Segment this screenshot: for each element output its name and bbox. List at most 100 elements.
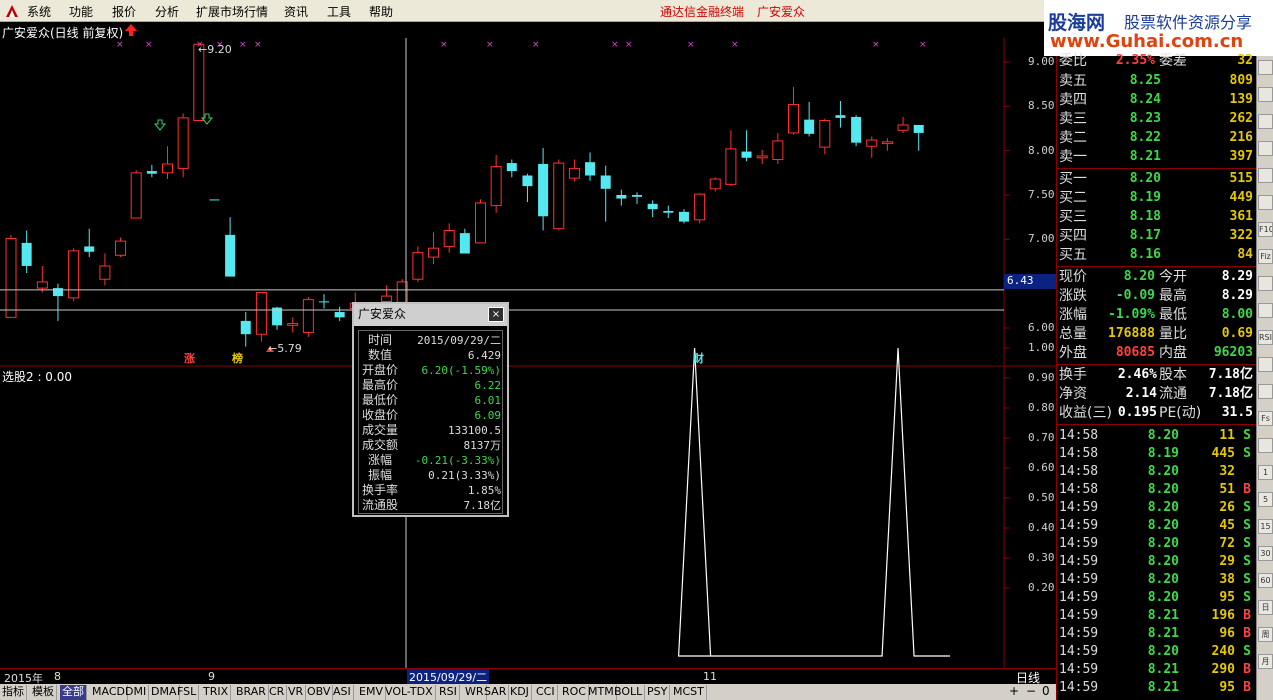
- tick-price: 8.21: [1147, 680, 1179, 695]
- toolbar-button[interactable]: [1258, 114, 1273, 129]
- toolbar-button[interactable]: 1: [1258, 465, 1273, 480]
- indicator-tick-label: 0.30: [1028, 551, 1055, 564]
- tooltip-label: 振幅: [367, 468, 392, 482]
- tick-row: 14:58 8.20 32: [1057, 463, 1257, 481]
- tick-direction: S: [1243, 518, 1251, 533]
- indicator-tab[interactable]: DMI: [123, 685, 150, 700]
- menu-tools[interactable]: 工具: [327, 3, 351, 20]
- menu-extended-market[interactable]: 扩展市场行情: [196, 3, 268, 20]
- tick-price: 8.20: [1147, 536, 1179, 551]
- toolbar-button[interactable]: 30: [1258, 546, 1273, 561]
- tick-row: 14:59 8.21 196 B: [1057, 607, 1257, 625]
- indicator-tab[interactable]: TRIX: [201, 685, 232, 700]
- tick-direction: S: [1243, 500, 1251, 515]
- toolbar-button[interactable]: 15: [1258, 519, 1273, 534]
- toolbar-button[interactable]: [1258, 141, 1273, 156]
- candle-body-up: [36, 281, 48, 289]
- candle-body-up: [68, 250, 80, 299]
- event-marker: ×: [919, 40, 927, 50]
- tick-volume: 196: [1211, 608, 1235, 623]
- tooltip-value: 2015/09/29/二: [417, 334, 501, 347]
- candle-body-up: [5, 237, 17, 318]
- indicator-tick-label: 0.80: [1028, 401, 1055, 414]
- candle-body-down: [225, 234, 236, 277]
- menu-help[interactable]: 帮助: [369, 3, 393, 20]
- candle-body-down: [616, 195, 627, 199]
- menu-system[interactable]: 系统: [27, 3, 51, 20]
- indicator-tab[interactable]: RSI: [437, 685, 460, 700]
- toolbar-button[interactable]: [1258, 195, 1273, 210]
- toolbar-button[interactable]: 周: [1258, 627, 1273, 642]
- logo-url: www.Guhai.com.cn: [1050, 31, 1244, 52]
- tick-row: 14:59 8.21 95 B: [1057, 679, 1257, 697]
- candle-body-down: [538, 163, 549, 217]
- toolbar-button[interactable]: 5: [1258, 492, 1273, 507]
- kline-chart[interactable]: × × × × × × × × × × × × × × ×: [0, 38, 1056, 668]
- toolbar-button[interactable]: [1258, 168, 1273, 183]
- toolbar-button[interactable]: [1258, 384, 1273, 399]
- ask-price: 8.25: [1129, 73, 1161, 88]
- toolbar-button[interactable]: [1258, 87, 1273, 102]
- toolbar-button[interactable]: [1258, 60, 1273, 75]
- indicator-tab[interactable]: BRAR: [234, 685, 269, 700]
- toolbar-button[interactable]: [1258, 303, 1273, 318]
- indicator-tab[interactable]: ROC: [560, 685, 589, 700]
- zoom-in-button[interactable]: +: [1009, 684, 1019, 698]
- indicator-tab[interactable]: CR: [267, 685, 288, 700]
- indicator-tab[interactable]: 模板: [30, 685, 57, 700]
- indicator-tab[interactable]: KDJ: [508, 685, 532, 700]
- ranking-marker[interactable]: 榜: [232, 350, 243, 366]
- toolbar-button[interactable]: [1258, 357, 1273, 372]
- tick-direction: S: [1243, 446, 1251, 461]
- tooltip-close-button[interactable]: ×: [488, 307, 504, 322]
- tick-row: 14:59 8.20 72 S: [1057, 535, 1257, 553]
- zoom-controls: + − 0: [1006, 684, 1056, 700]
- toolbar-button[interactable]: 日: [1258, 600, 1273, 615]
- toolbar-button[interactable]: 60: [1258, 573, 1273, 588]
- tick-direction: B: [1243, 626, 1251, 641]
- indicator-tab[interactable]: VR: [286, 685, 307, 700]
- toolbar-button[interactable]: RSI: [1258, 330, 1273, 345]
- zoom-reset-button[interactable]: 0: [1042, 684, 1050, 698]
- toolbar-button[interactable]: Fs: [1258, 411, 1273, 426]
- indicator-tab[interactable]: ASI: [331, 685, 354, 700]
- indicator-tab[interactable]: FSL: [175, 685, 200, 700]
- stat-label: 涨幅: [1059, 307, 1087, 323]
- menu-function[interactable]: 功能: [69, 3, 93, 20]
- price-tick-label: 7.00: [1028, 232, 1055, 246]
- indicator-tab[interactable]: 全部: [60, 685, 87, 700]
- zoom-out-button[interactable]: −: [1026, 684, 1036, 698]
- toolbar-button[interactable]: 月: [1258, 654, 1273, 669]
- toolbar-button[interactable]: Fiz: [1258, 249, 1273, 264]
- tooltip-value: 6.01: [474, 394, 502, 407]
- indicator-tab[interactable]: OBV: [305, 685, 334, 700]
- indicator-tab[interactable]: CCI: [534, 685, 558, 700]
- bid-volume: 515: [1229, 171, 1253, 186]
- tooltip-row: 流通股 7.18亿: [359, 498, 504, 513]
- stock-title: 广安爱众: [757, 5, 806, 19]
- stat-value: 176888: [1108, 326, 1155, 341]
- tick-volume: 290: [1211, 662, 1235, 677]
- menu-quote[interactable]: 报价: [112, 3, 136, 20]
- toolbar-button[interactable]: F10: [1258, 222, 1273, 237]
- indicator-tab[interactable]: SAR: [482, 685, 510, 700]
- toolbar-button[interactable]: [1258, 276, 1273, 291]
- indicator-tab[interactable]: BOLL: [612, 685, 646, 700]
- ask-row: 卖四 8.24 139: [1057, 91, 1257, 109]
- quote-panel: 委比 2.35% 委差 32 卖五 8.25 809 卖四 8.24 139 卖三 8.23 262 卖二…: [1056, 53, 1257, 700]
- price-tick-label: 8.50: [1028, 99, 1055, 113]
- indicator-tab[interactable]: MCST: [671, 685, 707, 700]
- indicator-tab[interactable]: EMV: [357, 685, 386, 700]
- tick-price: 8.20: [1147, 554, 1179, 569]
- candle-body-down: [835, 115, 846, 118]
- ask-volume: 809: [1229, 73, 1253, 88]
- finance-marker[interactable]: 财: [693, 350, 704, 366]
- menu-info[interactable]: 资讯: [284, 3, 308, 20]
- toolbar-button[interactable]: [1258, 438, 1273, 453]
- menu-analysis[interactable]: 分析: [155, 3, 179, 20]
- indicator-tab[interactable]: 指标: [0, 685, 27, 700]
- indicator-tab[interactable]: PSY: [645, 685, 671, 700]
- limit-up-marker[interactable]: 涨: [184, 350, 195, 366]
- indicator-tab[interactable]: VOL-TDX: [383, 685, 436, 700]
- tooltip-label: 数值: [367, 348, 392, 362]
